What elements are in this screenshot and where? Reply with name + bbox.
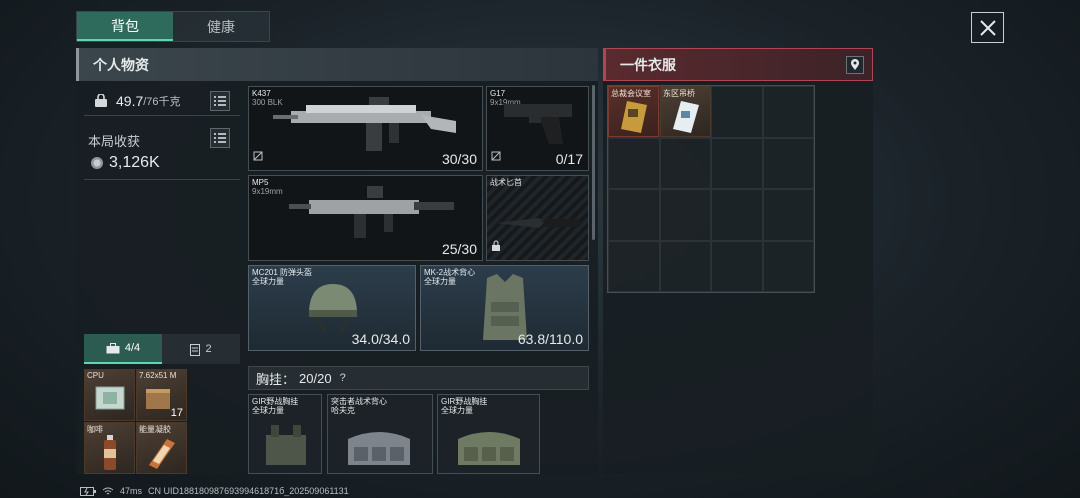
rig-brand: 哈夫克 [331,406,355,415]
helmet-icon [309,284,357,333]
tab-kit[interactable]: 4/4 [84,334,162,364]
key-card-item[interactable]: 东区吊桥 [660,86,711,137]
access-card-icon [673,101,699,133]
case-icon [190,343,201,356]
harvest-value: 3,126K [109,154,160,171]
vest-name: MK-2战术背心 [424,268,476,277]
coin-icon [91,157,103,169]
chest-rig-bar: 胸挂： 20/20 ? [248,366,589,390]
list-icon [214,133,226,143]
item-label: CPU [87,371,104,380]
rifle-icon [273,97,456,151]
helmet-slot[interactable]: MC201 防弹头盔 全球力量 34.0/34.0 [248,265,416,351]
container-tabs: 4/4 2 [84,334,240,364]
panel-title: 个人物资 [76,48,598,81]
help-icon[interactable]: ? [340,372,346,384]
item-label: 能量凝胶 [139,425,171,434]
ammo-box-icon [146,389,170,409]
weight-icon [95,93,107,107]
rig-name: GIR野战胸挂 [252,397,299,406]
item-label: 咖啡 [87,425,103,434]
chest-rig-icon [266,425,306,465]
pouch-item-ammo[interactable]: 7.62x51 M 17 [136,369,187,421]
close-icon [979,19,996,36]
wifi-icon [102,487,114,494]
ammo-count: 25/30 [441,241,477,257]
lock-icon [491,238,501,256]
rig-brand: 全球力量 [252,406,284,415]
weight-row: 49.7 /76千克 [84,86,240,116]
secondary-weapon-slot[interactable]: MP5 9x19mm 25/30 [248,175,483,261]
clothing-title: 一件衣服 [620,56,676,73]
tab-case[interactable]: 2 [162,334,240,364]
helmet-durability: 34.0/34.0 [351,331,410,347]
helmet-brand: 全球力量 [252,277,284,286]
knife-icon [496,218,580,228]
chest-rig-label: 胸挂： [256,371,296,387]
pistol-icon [504,104,572,144]
ammo-count: 30/30 [441,151,477,167]
panel-title: 一件衣服 [603,48,873,81]
coffee-bottle-icon [104,435,116,470]
tab-kit-label: 4/4 [124,342,141,354]
ping-value: 47ms [120,486,143,496]
unlock-icon [491,148,501,166]
chest-rig-option[interactable]: 突击者战术背心 哈夫克 [327,394,433,474]
item-label: 东区吊桥 [663,89,695,98]
weight-max: /76千克 [143,95,181,108]
weight-current: 49.7 [116,92,144,109]
harvest-section: 本局收获 3,126K [84,124,240,180]
weapon-name: MP5 [252,178,269,187]
smg-icon [289,186,454,238]
battery-icon [80,486,96,496]
ammo-count: 0/17 [555,151,583,167]
close-button[interactable] [971,12,1004,43]
energy-gel-icon [149,439,175,469]
chest-rig-option[interactable]: GIR野战胸挂 全球力量 [437,394,540,474]
tab-case-label: 2 [205,343,212,355]
item-count: 17 [170,407,183,419]
keycard-icon [621,101,647,133]
location-pin-icon [851,59,859,70]
scrollbar[interactable] [592,85,595,240]
status-bar: 47ms CN UID18818098769399461871б_2025090… [80,484,349,498]
tab-backpack[interactable]: 背包 [77,12,173,41]
knife-slot[interactable]: 战术匕首 [486,175,589,261]
weight-list-button[interactable] [210,90,230,111]
pouch-item-coffee[interactable]: 咖啡 [84,422,135,474]
main-tabs: 背包 健康 [76,11,270,42]
list-icon [214,95,226,106]
pistol-slot[interactable]: G17 9x19mm 0/17 [486,86,589,171]
pouch-item-energy-gel[interactable]: 能量凝胶 [136,422,187,474]
cpu-icon [95,386,125,410]
tab-health[interactable]: 健康 [173,12,269,41]
pouch-item-cpu[interactable]: CPU [84,369,135,421]
rig-name: 突击者战术背心 [331,397,387,406]
unlock-icon [253,148,263,166]
rig-brand: 全球力量 [441,406,473,415]
toolbox-icon [106,342,120,353]
chest-rig-capacity: 20/20 [299,370,332,386]
location-pin-button[interactable] [846,56,864,74]
harvest-list-button[interactable] [210,128,230,148]
helmet-name: MC201 防弹头盔 [252,268,313,277]
rig-name: GIR野战胸挂 [441,397,488,406]
weapon-caliber: 9x19mm [252,187,283,196]
vest-brand: 全球力量 [424,277,456,286]
weapon-name: K437 [252,89,271,98]
uid-text: CN UID18818098769399461871б_202509061131 [148,486,349,496]
key-card-item[interactable]: 总裁会议室 [608,86,659,137]
weapon-name: G17 [490,89,506,98]
item-label: 总裁会议室 [611,89,651,98]
harvest-label: 本局收获 [88,134,141,149]
item-label: 7.62x51 M [139,371,177,380]
tactical-vest-icon [348,432,410,465]
vest-slot[interactable]: MK-2战术背心 全球力量 63.8/110.0 [420,265,589,351]
chest-rig-option[interactable]: GIR野战胸挂 全球力量 [248,394,322,474]
primary-weapon-slot[interactable]: K437 300 BLK 30/30 [248,86,483,171]
chest-rig-icon [458,432,520,465]
knife-name: 战术匕首 [490,178,522,187]
vest-durability: 63.8/110.0 [517,331,583,347]
